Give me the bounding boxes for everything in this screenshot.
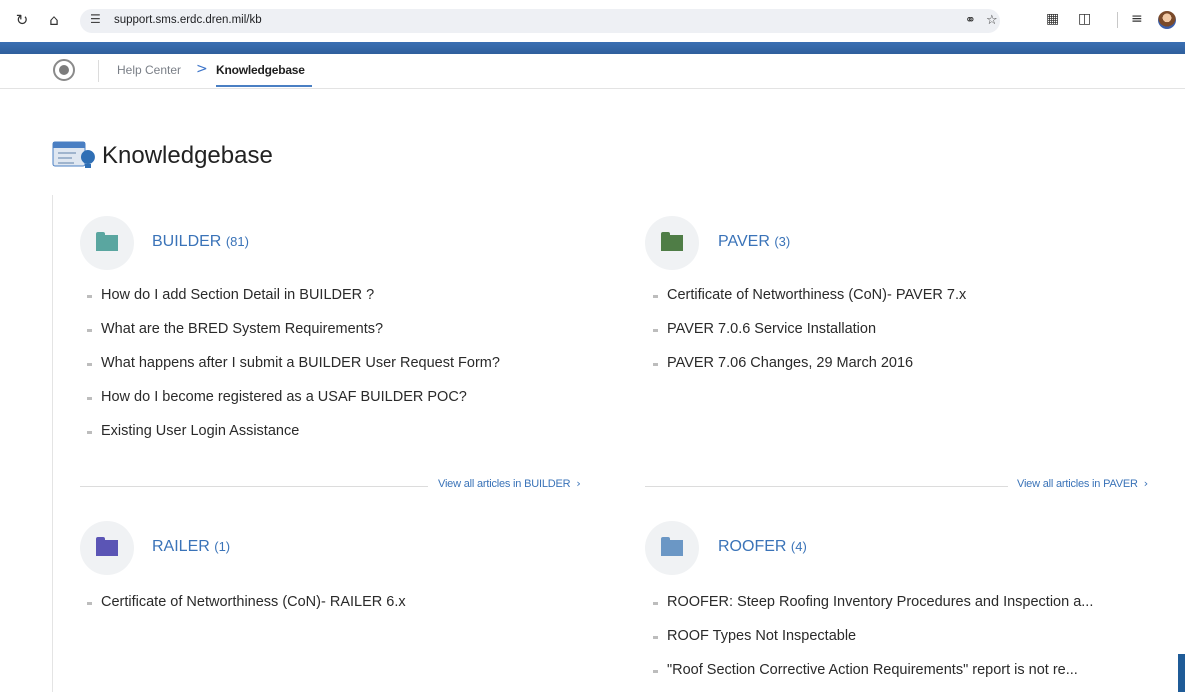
- browser-toolbar: ↻ ⌂ ☰ support.sms.erdc.dren.mil/kb ⚭ ☆ ▦…: [0, 0, 1185, 48]
- category-count: (4): [790, 539, 807, 554]
- breadcrumb-knowledgebase[interactable]: Knowledgebase: [216, 63, 305, 77]
- category-name[interactable]: BUILDER: [152, 233, 221, 250]
- category-count: (3): [774, 234, 791, 249]
- article-link[interactable]: "Roof Section Corrective Action Requirem…: [653, 662, 1078, 678]
- chevron-right-icon: ›: [576, 477, 581, 490]
- view-all-label[interactable]: View all articles in PAVER: [1017, 478, 1138, 490]
- article-link[interactable]: Certificate of Networthiness (CoN)- RAIL…: [87, 594, 406, 610]
- article-link[interactable]: ROOF Types Not Inspectable: [652, 628, 856, 644]
- category-name[interactable]: ROOFER: [718, 538, 786, 555]
- article-link[interactable]: Certificate of Networthiness (CoN)- PAVE…: [652, 287, 966, 303]
- article-link[interactable]: PAVER 7.0.6 Service Installation: [652, 321, 876, 337]
- folder-icon: [96, 537, 118, 556]
- view-all-builder-link[interactable]: View all articles in BUILDER ›: [438, 477, 581, 490]
- article-link[interactable]: What are the BRED System Requirements?: [86, 321, 383, 337]
- puzzle-icon[interactable]: ◫: [1078, 11, 1091, 27]
- category-title-builder[interactable]: BUILDER (81): [152, 233, 249, 251]
- content-left-border: [52, 195, 53, 692]
- article-link[interactable]: ROOFER: Steep Roofing Inventory Procedur…: [652, 594, 1093, 610]
- password-key-icon[interactable]: ⚭: [965, 13, 976, 28]
- article-link[interactable]: PAVER 7.06 Changes, 29 March 2016: [652, 355, 913, 371]
- chevron-right-icon: ›: [1143, 477, 1148, 490]
- view-all-label[interactable]: View all articles in BUILDER: [438, 478, 571, 490]
- site-top-bar: [0, 42, 1185, 54]
- article-link[interactable]: What happens after I submit a BUILDER Us…: [87, 355, 500, 371]
- home-icon[interactable]: ⌂: [44, 10, 64, 30]
- star-icon[interactable]: ☆: [986, 13, 998, 28]
- breadcrumb-active-underline: [216, 85, 312, 87]
- address-bar[interactable]: ☰ support.sms.erdc.dren.mil/kb ⚭ ☆: [80, 9, 1000, 33]
- site-logo[interactable]: [53, 59, 75, 81]
- article-link[interactable]: Existing User Login Assistance: [86, 423, 299, 439]
- view-all-paver-link[interactable]: View all articles in PAVER ›: [1017, 477, 1148, 490]
- help-widget-edge[interactable]: [1178, 654, 1185, 692]
- category-count: (1): [214, 539, 231, 554]
- folder-icon: [661, 232, 683, 251]
- extension-icon[interactable]: ▦: [1046, 11, 1059, 27]
- site-header: Help Center > Knowledgebase: [0, 54, 1185, 89]
- header-divider: [98, 60, 99, 82]
- breadcrumb-chevron-icon: >: [196, 61, 208, 77]
- profile-avatar[interactable]: [1158, 11, 1176, 29]
- breadcrumb-help-center[interactable]: Help Center: [117, 63, 181, 77]
- category-count: (81): [225, 234, 249, 249]
- reload-icon[interactable]: ↻: [12, 10, 32, 30]
- section-divider: [80, 486, 428, 487]
- folder-icon: [96, 232, 118, 251]
- url-text[interactable]: support.sms.erdc.dren.mil/kb: [114, 14, 262, 26]
- article-link[interactable]: How do I add Section Detail in BUILDER ?: [86, 287, 374, 303]
- category-name[interactable]: RAILER: [152, 538, 210, 555]
- category-title-paver[interactable]: PAVER (3): [718, 233, 790, 251]
- page-title: Knowledgebase: [102, 142, 273, 169]
- category-title-railer[interactable]: RAILER (1): [152, 538, 230, 556]
- article-link[interactable]: How do I become registered as a USAF BUI…: [87, 389, 467, 405]
- knowledgebase-icon: [52, 141, 95, 168]
- site-info-icon[interactable]: ☰: [90, 12, 101, 26]
- category-title-roofer[interactable]: ROOFER (4): [718, 538, 807, 556]
- category-name[interactable]: PAVER: [718, 233, 770, 250]
- toolbar-divider: [1117, 12, 1118, 28]
- section-divider: [645, 486, 1008, 487]
- folder-icon: [661, 537, 683, 556]
- reading-list-icon[interactable]: ≡: [1131, 11, 1143, 27]
